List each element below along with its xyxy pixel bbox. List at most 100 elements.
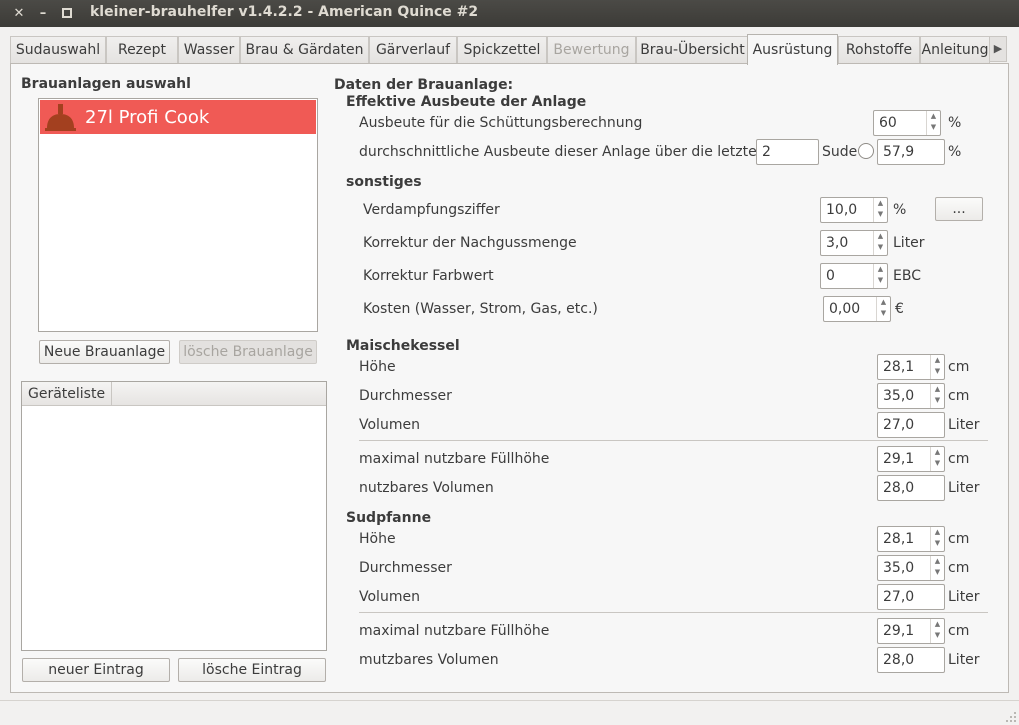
mk-hoehe-label: Höhe [359,359,396,375]
tab-scroll-right-icon[interactable]: ▶ [989,36,1007,62]
mk-volumen-label: Volumen [359,417,420,433]
sp-fuellhoehe-label: maximal nutzbare Füllhöhe [359,623,550,639]
sp-nutzvolumen-input[interactable]: 28,0 [877,647,945,673]
minimize-icon[interactable]: – [34,4,52,22]
mk-nutzvolumen-label: nutzbares Volumen [359,480,494,496]
kosten-value: 0,00 [829,301,861,317]
sude-input[interactable]: 2 [756,139,819,165]
sp-nutzvolumen-value: 28,0 [883,652,915,668]
delete-brauanlage-button[interactable]: lösche Brauanlage [179,340,317,364]
sp-nutzvolumen-label: mutzbares Volumen [359,652,499,668]
tab-brau-uebersicht[interactable]: Brau-Übersicht [636,36,749,64]
list-item-selected[interactable]: 27l Profi Cook [40,100,316,134]
durchschnitt-unit: % [948,144,962,160]
ausbeute-spinbox[interactable]: 60 ▲ ▼ [873,110,941,136]
brauanlagen-list[interactable]: 27l Profi Cook [38,98,318,332]
mk-separator [359,440,988,441]
sp-hoehe-label: Höhe [359,531,396,547]
sudpfanne-title: Sudpfanne [346,510,432,526]
spin-arrows-icon[interactable]: ▲ ▼ [930,527,944,551]
mk-durchmesser-label: Durchmesser [359,388,452,404]
spin-arrows-icon[interactable]: ▲ ▼ [876,297,890,321]
maximize-square-icon [62,8,72,18]
window-title: kleiner-brauhelfer v1.4.2.2 - American Q… [90,4,479,20]
sp-volumen-label: Volumen [359,589,420,605]
sp-volumen-value: 27,0 [883,589,915,605]
tab-ausruestung[interactable]: Ausrüstung [747,34,838,65]
tab-gaerverlauf[interactable]: Gärverlauf [369,36,457,64]
tab-wasser[interactable]: Wasser [178,36,240,64]
tab-bewertung[interactable]: Bewertung [547,36,636,64]
mk-nutzvolumen-input[interactable]: 28,0 [877,475,945,501]
geraeteliste-table[interactable]: Geräteliste [21,381,327,651]
spin-arrows-icon[interactable]: ▲ ▼ [873,264,887,288]
tab-rezept[interactable]: Rezept [106,36,178,64]
durchschnitt-label: durchschnittliche Ausbeute dieser Anlage… [359,144,766,160]
maximize-icon[interactable] [58,4,76,22]
sp-volumen-unit: Liter [948,589,980,605]
brauanlagen-title: Brauanlagen auswahl [21,76,191,92]
effektive-ausbeute-title: Effektive Ausbeute der Anlage [346,94,587,110]
farbwert-unit: EBC [893,268,921,284]
delete-entry-button[interactable]: lösche Eintrag [178,658,326,682]
tab-rohstoffe[interactable]: Rohstoffe [838,36,920,64]
ausbeute-unit: % [948,115,962,131]
sp-durchmesser-label: Durchmesser [359,560,452,576]
durchschnitt-output: 57,9 [877,139,945,165]
farbwert-label: Korrektur Farbwert [363,268,494,284]
sp-fuellhoehe-value: 29,1 [883,623,915,639]
sonstiges-title: sonstiges [346,174,422,190]
verdampfung-spinbox[interactable]: 10,0 ▲ ▼ [820,197,888,223]
column-header-geraeteliste[interactable]: Geräteliste [22,382,113,406]
durchschnitt-value: 57,9 [883,144,915,160]
verdampfung-value: 10,0 [826,202,858,218]
sp-hoehe-value: 28,1 [883,531,915,547]
sp-nutzvolumen-unit: Liter [948,652,980,668]
sude-value: 2 [762,144,771,160]
close-icon[interactable]: ✕ [10,4,28,22]
spin-arrows-icon[interactable]: ▲ ▼ [873,231,887,255]
spin-arrows-icon[interactable]: ▲ ▼ [930,556,944,580]
spin-arrows-icon[interactable]: ▲ ▼ [930,384,944,408]
list-item-label: 27l Profi Cook [85,106,210,128]
mk-fuellhoehe-spinbox[interactable]: 29,1 ▲ ▼ [877,446,945,472]
spin-arrows-icon[interactable]: ▲ ▼ [926,111,940,135]
sp-hoehe-spinbox[interactable]: 28,1 ▲ ▼ [877,526,945,552]
resize-grip-icon[interactable] [1005,711,1017,723]
spin-arrows-icon[interactable]: ▲ ▼ [930,355,944,379]
sp-fuellhoehe-spinbox[interactable]: 29,1 ▲ ▼ [877,618,945,644]
nachguss-spinbox[interactable]: 3,0 ▲ ▼ [820,230,888,256]
spin-arrows-icon[interactable]: ▲ ▼ [930,619,944,643]
mk-fuellhoehe-unit: cm [948,451,970,467]
tab-spickzettel[interactable]: Spickzettel [457,36,547,64]
mk-volumen-value: 27,0 [883,417,915,433]
mk-hoehe-spinbox[interactable]: 28,1 ▲ ▼ [877,354,945,380]
sp-volumen-input[interactable]: 27,0 [877,584,945,610]
mk-durchmesser-spinbox[interactable]: 35,0 ▲ ▼ [877,383,945,409]
ausbeute-label: Ausbeute für die Schüttungsberechnung [359,115,643,131]
kosten-label: Kosten (Wasser, Strom, Gas, etc.) [363,301,598,317]
table-header: Geräteliste [22,382,326,406]
verdampfung-more-button[interactable]: ... [935,197,983,221]
mk-durchmesser-value: 35,0 [883,388,915,404]
nachguss-label: Korrektur der Nachgussmenge [363,235,577,251]
spin-arrows-icon[interactable]: ▲ ▼ [873,198,887,222]
tab-sudauswahl[interactable]: Sudauswahl [10,36,106,64]
farbwert-spinbox[interactable]: 0 ▲ ▼ [820,263,888,289]
sude-radio[interactable] [858,143,874,159]
mk-volumen-input[interactable]: 27,0 [877,412,945,438]
kosten-spinbox[interactable]: 0,00 ▲ ▼ [823,296,891,322]
tab-anleitung[interactable]: Anleitung [920,36,990,64]
tab-brau-gaerdaten[interactable]: Brau & Gärdaten [240,36,369,64]
kosten-unit: € [895,301,904,317]
mk-volumen-unit: Liter [948,417,980,433]
title-bar: ✕ – kleiner-brauhelfer v1.4.2.2 - Americ… [0,0,1019,27]
new-brauanlage-button[interactable]: Neue Brauanlage [39,340,170,364]
sp-separator [359,612,988,613]
farbwert-value: 0 [826,268,835,284]
mk-hoehe-unit: cm [948,359,970,375]
new-entry-button[interactable]: neuer Eintrag [22,658,170,682]
sp-durchmesser-spinbox[interactable]: 35,0 ▲ ▼ [877,555,945,581]
mk-nutzvolumen-value: 28,0 [883,480,915,496]
spin-arrows-icon[interactable]: ▲ ▼ [930,447,944,471]
